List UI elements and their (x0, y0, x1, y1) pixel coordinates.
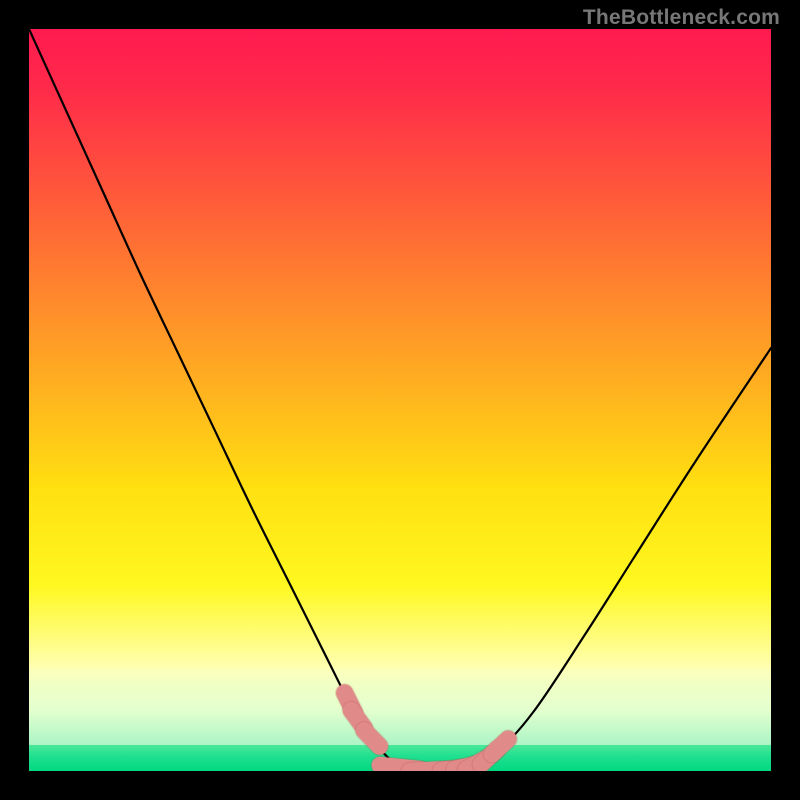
curve-layer (29, 29, 771, 771)
highlight-markers (345, 693, 509, 771)
bottleneck-curve (29, 29, 771, 771)
watermark-text: TheBottleneck.com (583, 6, 780, 30)
marker-capsule (364, 730, 379, 746)
plot-area (29, 29, 771, 771)
chart-frame: TheBottleneck.com (0, 0, 800, 800)
marker-capsule (492, 739, 508, 754)
